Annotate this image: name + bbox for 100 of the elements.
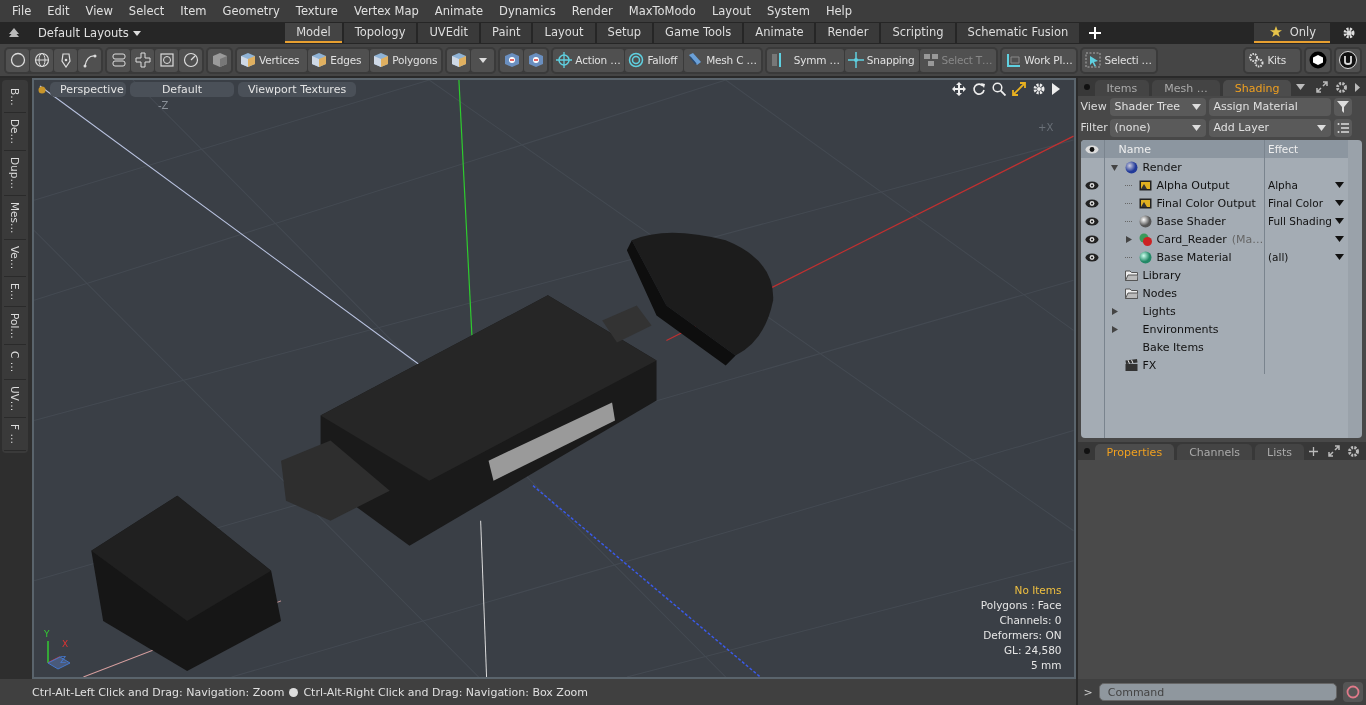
eye-icon[interactable] (1085, 180, 1100, 190)
tool-button[interactable]: Mesh C … (684, 48, 761, 72)
side-tab[interactable]: Pol… (4, 306, 26, 346)
play-icon[interactable] (1355, 82, 1360, 92)
box-logo-button[interactable] (1306, 48, 1330, 72)
add-layer-dropdown[interactable]: Add Layer (1208, 118, 1331, 137)
layout-tab[interactable]: Game Tools (654, 23, 743, 43)
shield-button[interactable] (500, 48, 524, 72)
side-tab[interactable]: De… (4, 112, 26, 151)
panel-tab[interactable]: Channels (1177, 444, 1253, 460)
search-icon[interactable] (991, 82, 1006, 96)
layout-tab[interactable]: Layout (533, 23, 595, 43)
record-button[interactable] (1343, 682, 1363, 702)
tool-button[interactable]: Symm … (766, 48, 844, 72)
layout-tab[interactable]: Paint (481, 23, 532, 43)
add-icon[interactable] (1309, 446, 1318, 456)
u-logo-button[interactable] (1336, 48, 1360, 72)
tree-item-label[interactable]: Library (1142, 268, 1181, 282)
layout-tab[interactable]: UVEdit (418, 23, 479, 43)
menu-item[interactable]: Animate (426, 4, 492, 18)
cube-button[interactable] (447, 48, 471, 72)
layouts-dropdown[interactable]: Default Layouts (20, 26, 141, 40)
circle-select-button[interactable] (6, 48, 29, 72)
filter-button[interactable] (1333, 97, 1352, 116)
tool-button[interactable]: Work Pl… (1002, 48, 1077, 72)
view-dropdown[interactable]: Shader Tree (1109, 97, 1206, 116)
tool-button[interactable]: Action … (553, 48, 625, 72)
pen-button[interactable] (54, 48, 77, 72)
tree-item-label[interactable]: Environments (1142, 322, 1219, 336)
layout-tab[interactable]: Schematic Fusion (956, 23, 1080, 43)
settings-icon[interactable] (1335, 80, 1348, 94)
expand-icon[interactable] (1328, 445, 1340, 457)
menu-item[interactable]: Texture (287, 4, 346, 18)
eye-icon[interactable] (1085, 252, 1100, 262)
menu-item[interactable]: Render (563, 4, 621, 18)
side-tab[interactable]: E… (4, 276, 26, 307)
stacked-boxes-button[interactable] (107, 48, 130, 72)
side-tab[interactable]: C … (4, 345, 26, 380)
tool-button[interactable]: Kits (1245, 48, 1300, 72)
settings-icon[interactable] (1342, 26, 1356, 40)
caret-icon[interactable] (1335, 254, 1344, 260)
tool-button[interactable]: Falloff (625, 48, 684, 72)
expand-arrow-icon[interactable] (1124, 235, 1132, 243)
menu-item[interactable]: Vertex Map (345, 4, 427, 18)
menu-item[interactable]: View (77, 4, 121, 18)
tree-item-label[interactable]: Final Color Output (1156, 196, 1256, 210)
tool-button[interactable]: Edges (308, 48, 370, 72)
cross-shape-button[interactable] (131, 48, 154, 72)
tool-button[interactable]: Snapping (844, 48, 919, 72)
only-toggle[interactable]: Only (1253, 23, 1330, 43)
menu-item[interactable]: MaxToModo (620, 4, 704, 18)
layout-tab[interactable]: Render (816, 23, 880, 43)
layout-tab[interactable]: Scripting (881, 23, 955, 43)
tree-item-label[interactable]: Base Shader (1156, 214, 1226, 228)
tree-item-label[interactable]: Bake Items (1142, 340, 1204, 354)
filter-dropdown[interactable]: (none) (1109, 118, 1206, 137)
eye-icon[interactable] (1085, 216, 1100, 226)
caret-icon[interactable] (1296, 84, 1306, 90)
panel-tab[interactable]: Shading (1222, 80, 1292, 96)
tree-item-label[interactable]: FX (1142, 358, 1157, 372)
settings-icon[interactable] (1347, 444, 1360, 458)
rotate-icon[interactable] (971, 82, 986, 96)
expand-icon[interactable] (1316, 81, 1328, 93)
viewport-option-button[interactable]: Default (130, 82, 234, 97)
command-field[interactable]: Command (1098, 683, 1337, 701)
caret-icon[interactable] (1335, 218, 1344, 224)
assign-material-button[interactable]: Assign Material (1208, 97, 1331, 116)
tool-button[interactable]: Polygons (370, 48, 442, 72)
square-circle-button[interactable] (155, 48, 178, 72)
maximize-icon[interactable] (1011, 82, 1026, 96)
cube-button[interactable] (208, 48, 231, 72)
up-arrow-icon[interactable] (8, 28, 20, 38)
panel-tab[interactable]: Mesh … (1152, 80, 1220, 96)
move-icon[interactable] (951, 82, 966, 96)
menu-item[interactable]: Select (120, 4, 173, 18)
tree-item-label[interactable]: Lights (1142, 304, 1176, 318)
viewport-option-button[interactable]: Viewport Textures (238, 82, 357, 97)
tool-button[interactable]: Vertices (237, 48, 308, 72)
dial-button[interactable] (179, 48, 202, 72)
tool-button[interactable]: Selecti … (1082, 48, 1156, 72)
side-tab[interactable]: B… (4, 82, 26, 113)
menu-item[interactable]: System (759, 4, 818, 18)
menu-item[interactable]: Dynamics (491, 4, 564, 18)
collapse-arrow-icon[interactable] (1110, 163, 1118, 171)
caret-icon[interactable] (1335, 182, 1344, 188)
tree-item-label[interactable]: Card_Reader (1156, 232, 1227, 246)
side-tab[interactable]: UV… (4, 379, 26, 418)
menu-item[interactable]: Edit (39, 4, 78, 18)
list-options-button[interactable] (1333, 118, 1352, 137)
side-tab[interactable]: Dup… (4, 150, 26, 196)
eye-icon[interactable] (1085, 198, 1100, 208)
dropdown-button[interactable] (471, 48, 495, 72)
tree-item-label[interactable]: Render (1142, 160, 1182, 174)
globe-button[interactable] (30, 48, 53, 72)
tree-item-label[interactable]: Nodes (1142, 286, 1177, 300)
panel-tab[interactable]: Properties (1094, 444, 1175, 460)
settings-icon[interactable] (1031, 82, 1046, 96)
side-tab[interactable]: Mes… (4, 195, 26, 241)
caret-icon[interactable] (1335, 200, 1344, 206)
tree-item-label[interactable]: Alpha Output (1156, 178, 1230, 192)
